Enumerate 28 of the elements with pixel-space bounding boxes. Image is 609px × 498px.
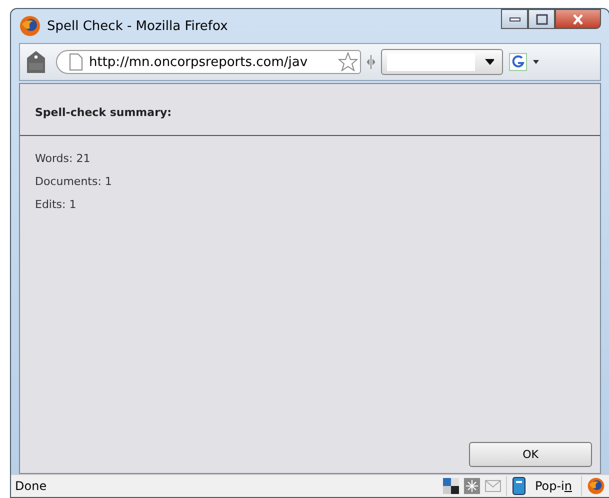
summary-heading: Spell-check summary: [35,106,172,119]
maximize-icon [536,14,548,24]
minimize-button[interactable] [501,9,528,29]
window-title: Spell Check - Mozilla Firefox [47,18,228,34]
summary-line: Words: 21 [35,152,90,165]
dropdown-arrow-icon[interactable] [533,60,539,64]
ok-button[interactable]: OK [469,442,592,467]
maximize-button[interactable] [528,9,555,29]
search-field[interactable] [381,49,503,75]
snowflake-icon[interactable] [464,478,480,494]
google-g-icon[interactable] [509,53,527,71]
dropdown-arrow-icon [485,59,494,65]
tag-icon[interactable] [26,50,46,74]
url-field[interactable]: http://mn.oncorpsreports.com/jav [56,50,361,74]
summary-line: Documents: 1 [35,175,112,188]
status-text: Done [15,479,47,493]
grid-icon[interactable] [442,478,459,494]
firefox-logo-icon [19,15,41,37]
page-icon [69,53,83,71]
summary-line: Edits: 1 [35,198,76,211]
notebook-icon[interactable] [512,477,526,495]
star-icon[interactable] [338,52,358,72]
minimize-icon [508,16,520,22]
close-button[interactable] [555,9,601,29]
pop-in-button[interactable]: Pop-in [530,479,576,493]
resize-handle-icon[interactable] [367,54,375,70]
firefox-logo-icon[interactable] [587,477,605,495]
close-icon [572,14,584,24]
